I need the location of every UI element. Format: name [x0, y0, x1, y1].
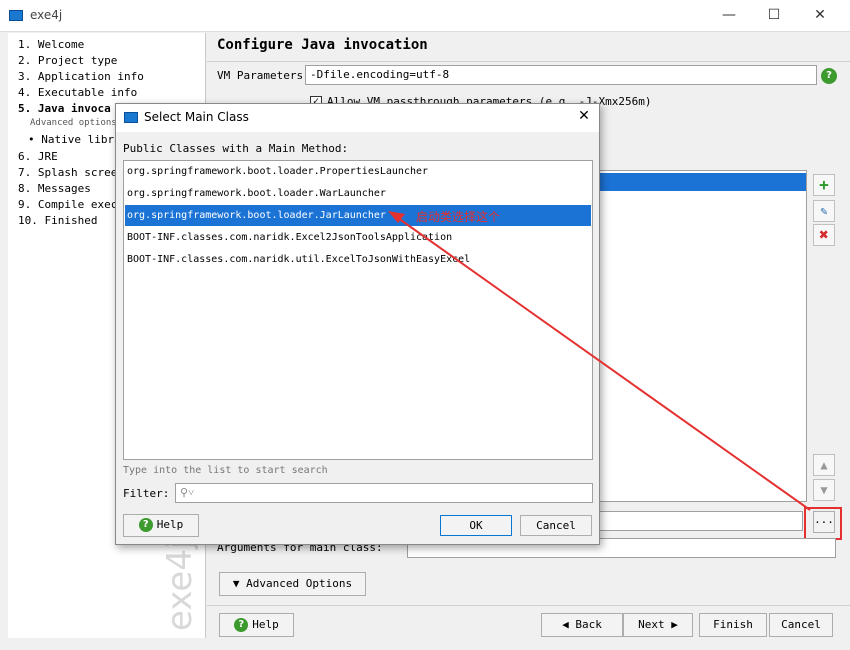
arrow-shaft [397, 217, 811, 511]
annotation-arrow [388, 211, 811, 511]
